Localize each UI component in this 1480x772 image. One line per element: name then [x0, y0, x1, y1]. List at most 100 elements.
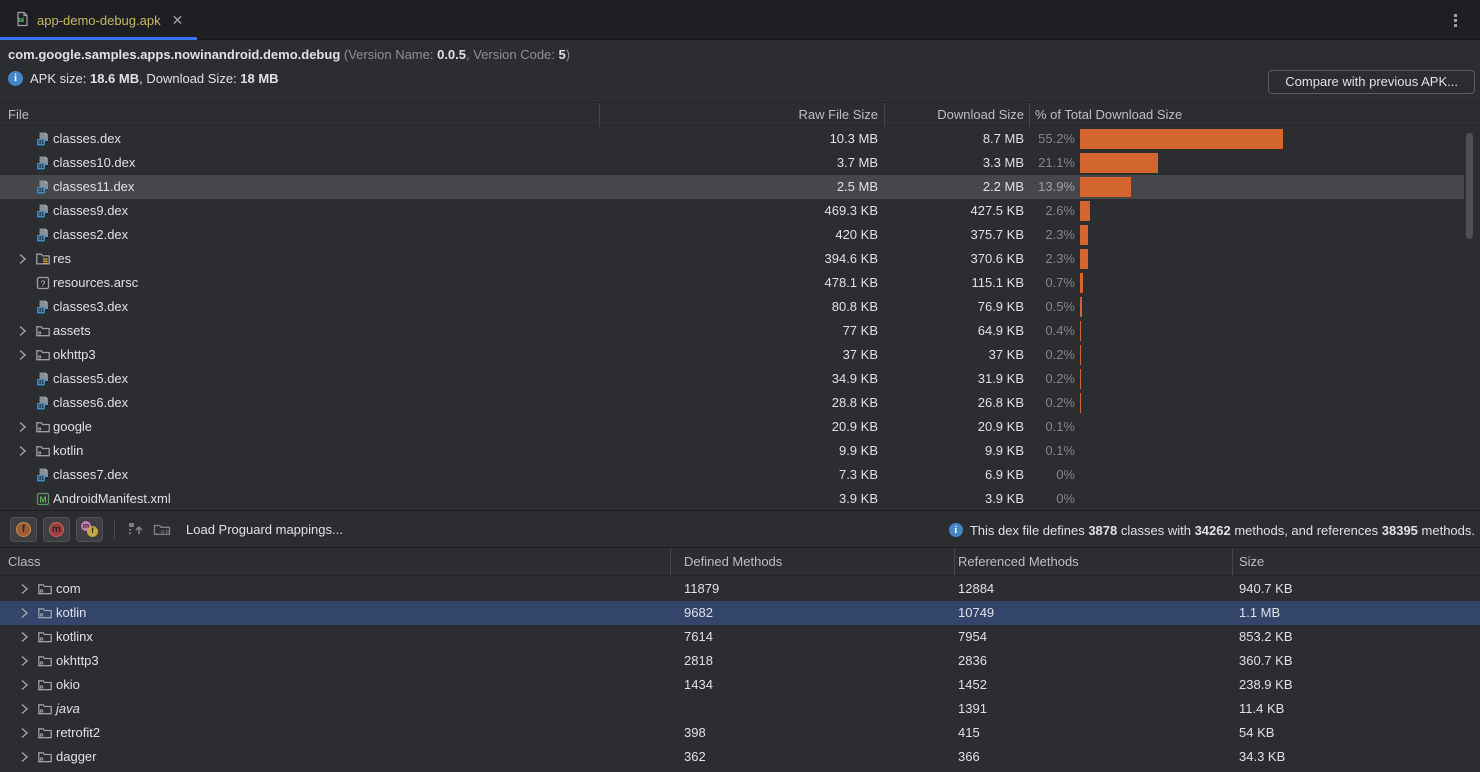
defined-methods: 11879 [684, 577, 719, 601]
chevron-right-icon[interactable] [14, 419, 30, 435]
file-name: classes.dex [53, 127, 121, 151]
defined-methods: 398 [684, 721, 706, 745]
file-row[interactable]: 01classes5.dex34.9 KB31.9 KB0.2% [0, 367, 1464, 391]
column-header-referenced-methods[interactable]: Referenced Methods [958, 548, 1079, 576]
expand-tree-icon[interactable] [126, 519, 146, 539]
file-name: kotlin [53, 439, 83, 463]
package-name: retrofit2 [56, 721, 100, 745]
size: 940.7 KB [1239, 577, 1293, 601]
chevron-right-icon[interactable] [16, 725, 32, 741]
chevron-right-icon[interactable] [16, 581, 32, 597]
dex-file-icon: 01 [35, 227, 51, 243]
column-header-raw-file-size[interactable]: Raw File Size [600, 103, 878, 127]
file-name: classes11.dex [53, 175, 134, 199]
editor-options-kebab-icon[interactable] [1446, 11, 1464, 29]
file-name: AndroidManifest.xml [53, 487, 171, 511]
file-row[interactable]: assets77 KB64.9 KB0.4% [0, 319, 1464, 343]
class-row[interactable]: com1187912884940.7 KB [0, 577, 1480, 601]
download-size: 26.8 KB [886, 391, 1024, 415]
class-row[interactable]: okhttp328182836360.7 KB [0, 649, 1480, 673]
folder-icon [35, 347, 51, 363]
file-row[interactable]: ?resources.arsc478.1 KB115.1 KB0.7% [0, 271, 1464, 295]
svg-text:01: 01 [38, 212, 44, 218]
load-proguard-mappings-button[interactable]: Load Proguard mappings... [186, 522, 343, 537]
file-row[interactable]: MAndroidManifest.xml3.9 KB3.9 KB0% [0, 487, 1464, 511]
file-table-header: File Raw File Size Download Size % of To… [0, 102, 1480, 126]
download-size: 6.9 KB [886, 463, 1024, 487]
dex-file-icon: 01 [35, 299, 51, 315]
svg-text:01: 01 [38, 236, 44, 242]
file-row[interactable]: 01classes6.dex28.8 KB26.8 KB0.2% [0, 391, 1464, 415]
chevron-right-icon[interactable] [16, 701, 32, 717]
deobfuscate-names-icon[interactable]: a.b [152, 519, 172, 539]
class-row[interactable]: kotlinx76147954853.2 KB [0, 625, 1480, 649]
file-name: classes6.dex [53, 391, 128, 415]
file-row[interactable]: res394.6 KB370.6 KB2.3% [0, 247, 1464, 271]
file-row[interactable]: 01classes10.dex3.7 MB3.3 MB21.1% [0, 151, 1464, 175]
file-row[interactable]: google20.9 KB20.9 KB0.1% [0, 415, 1464, 439]
column-header-defined-methods[interactable]: Defined Methods [684, 548, 782, 576]
file-name: okhttp3 [53, 343, 96, 367]
chevron-right-icon[interactable] [16, 677, 32, 693]
raw-file-size: 469.3 KB [600, 199, 878, 223]
column-divider [954, 548, 955, 576]
class-row[interactable]: dagger36236634.3 KB [0, 745, 1480, 769]
chevron-right-icon[interactable] [14, 251, 30, 267]
raw-file-size: 80.8 KB [600, 295, 878, 319]
chevron-right-icon[interactable] [14, 347, 30, 363]
file-table-rows: 01classes.dex10.3 MB8.7 MB55.2%01classes… [0, 127, 1480, 511]
file-row[interactable]: 01classes3.dex80.8 KB76.9 KB0.5% [0, 295, 1464, 319]
download-size: 2.2 MB [886, 175, 1024, 199]
show-all-referenced-toggle-button[interactable]: mf [76, 517, 103, 542]
svg-text:01: 01 [38, 476, 44, 482]
column-header-class[interactable]: Class [8, 548, 41, 576]
download-size: 9.9 KB [886, 439, 1024, 463]
dex-file-icon: 01 [35, 371, 51, 387]
percent-of-total: 2.3% [1028, 223, 1075, 247]
file-row[interactable]: 01classes11.dex2.5 MB2.2 MB13.9% [0, 175, 1464, 199]
download-size: 31.9 KB [886, 367, 1024, 391]
column-divider [884, 103, 885, 127]
dex-file-icon: 01 [35, 179, 51, 195]
percent-of-total: 13.9% [1028, 175, 1075, 199]
svg-text:01: 01 [38, 380, 44, 386]
package-name: com [56, 577, 81, 601]
file-row[interactable]: 01classes.dex10.3 MB8.7 MB55.2% [0, 127, 1464, 151]
chevron-right-icon[interactable] [14, 323, 30, 339]
column-divider [1029, 103, 1030, 127]
chevron-right-icon[interactable] [16, 653, 32, 669]
apk-tab[interactable]: app-demo-debug.apk ✕ [0, 0, 197, 40]
tab-close-icon[interactable]: ✕ [172, 12, 184, 29]
column-header-percent-total[interactable]: % of Total Download Size [1035, 103, 1182, 127]
chevron-right-icon[interactable] [16, 605, 32, 621]
editor-tab-bar: app-demo-debug.apk ✕ [0, 0, 1480, 40]
package-name: kotlinx [56, 625, 93, 649]
class-row[interactable]: retrofit239841554 KB [0, 721, 1480, 745]
download-size-bar [1080, 345, 1081, 365]
class-row[interactable]: kotlin9682107491.1 MB [0, 601, 1480, 625]
compare-with-previous-apk-button[interactable]: Compare with previous APK... [1268, 70, 1475, 94]
file-name: resources.arsc [53, 271, 138, 295]
chevron-right-icon[interactable] [16, 749, 32, 765]
manifest-file-icon: M [35, 491, 51, 507]
vertical-scrollbar[interactable] [1466, 133, 1473, 239]
file-name: classes9.dex [53, 199, 128, 223]
download-size-bar [1080, 369, 1081, 389]
file-row[interactable]: okhttp337 KB37 KB0.2% [0, 343, 1464, 367]
file-row[interactable]: 01classes2.dex420 KB375.7 KB2.3% [0, 223, 1464, 247]
column-header-size[interactable]: Size [1239, 548, 1264, 576]
show-fields-toggle-button[interactable]: f [10, 517, 37, 542]
class-row[interactable]: okio14341452238.9 KB [0, 673, 1480, 697]
class-row[interactable]: java139111.4 KB [0, 697, 1480, 721]
file-row[interactable]: 01classes7.dex7.3 KB6.9 KB0% [0, 463, 1464, 487]
file-row[interactable]: kotlin9.9 KB9.9 KB0.1% [0, 439, 1464, 463]
show-methods-toggle-button[interactable]: m [43, 517, 70, 542]
percent-of-total: 0.7% [1028, 271, 1075, 295]
column-header-file[interactable]: File [8, 103, 29, 127]
chevron-right-icon[interactable] [16, 629, 32, 645]
chevron-right-icon[interactable] [14, 443, 30, 459]
column-divider [670, 548, 671, 576]
column-header-download-size[interactable]: Download Size [886, 103, 1024, 127]
svg-text:M: M [39, 495, 46, 505]
file-row[interactable]: 01classes9.dex469.3 KB427.5 KB2.6% [0, 199, 1464, 223]
